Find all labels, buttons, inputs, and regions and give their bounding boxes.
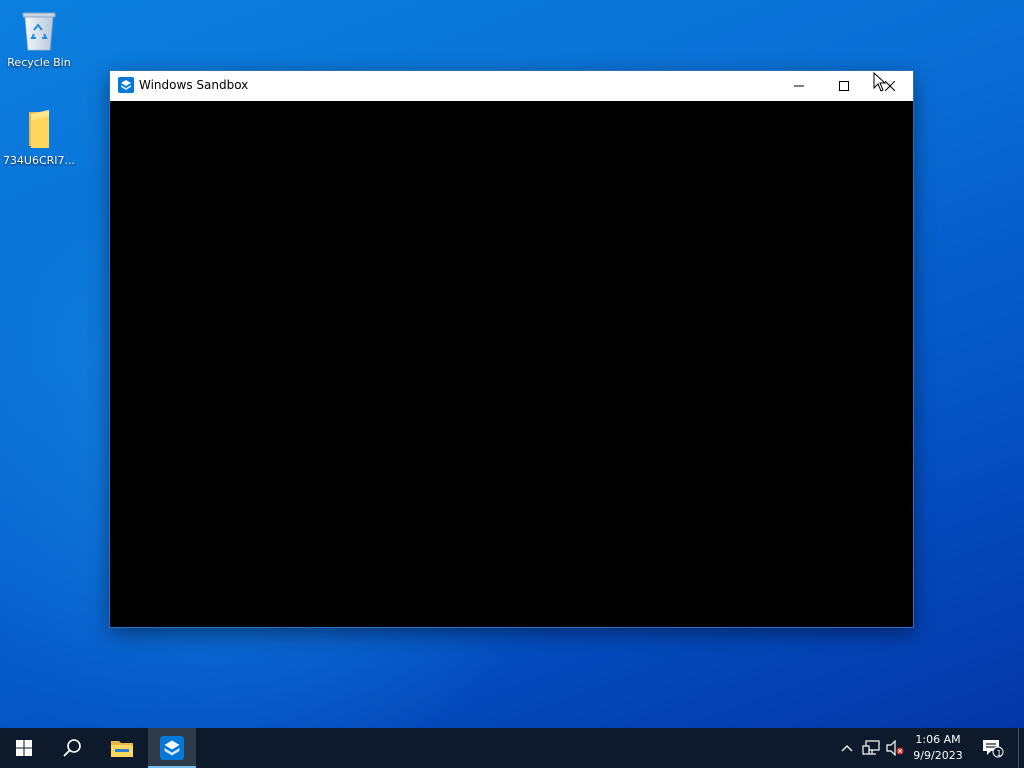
desktop: Recycle Bin 734U6CRI7... Windows Sandbox [0, 0, 1024, 728]
search-icon [63, 739, 81, 757]
mouse-cursor-icon [873, 72, 887, 92]
desktop-icon-label: Recycle Bin [7, 56, 71, 69]
file-explorer-button[interactable] [98, 728, 146, 768]
folder-icon [111, 741, 133, 757]
show-desktop-button[interactable] [1018, 728, 1024, 768]
maximize-button[interactable] [821, 71, 867, 101]
action-center-button[interactable]: 1 [978, 728, 1008, 768]
clock-time: 1:06 AM [915, 733, 961, 746]
taskbar: 1:06 AM 9/9/2023 1 [0, 728, 1024, 768]
search-button[interactable] [48, 728, 96, 768]
volume-tray-button[interactable] [884, 728, 906, 768]
window-title: Windows Sandbox [139, 78, 249, 92]
minimize-button[interactable] [776, 71, 822, 101]
chevron-up-icon [841, 745, 853, 752]
minimize-icon [794, 85, 804, 87]
recycle-bin-icon [22, 12, 56, 51]
desktop-icon-label: 734U6CRI7... [2, 154, 76, 167]
sandbox-content-area[interactable] [110, 101, 913, 627]
taskbar-clock[interactable]: 1:06 AM 9/9/2023 [908, 732, 968, 764]
network-tray-button[interactable] [860, 728, 882, 768]
windows-sandbox-taskbar-button[interactable] [148, 728, 196, 768]
maximize-icon [839, 81, 849, 91]
sandbox-window[interactable]: Windows Sandbox [110, 71, 913, 627]
network-icon [862, 740, 880, 755]
windows-logo-icon [16, 740, 32, 756]
windows-sandbox-icon [118, 77, 134, 93]
windows-sandbox-icon [160, 736, 184, 760]
show-hidden-icons-button[interactable] [838, 728, 856, 768]
start-button[interactable] [0, 728, 48, 768]
desktop-icon-folder[interactable]: 734U6CRI7... [1, 108, 77, 167]
notification-count-badge: 1 [996, 749, 1002, 758]
desktop-icon-recycle-bin[interactable]: Recycle Bin [1, 8, 77, 69]
window-titlebar[interactable]: Windows Sandbox [110, 71, 913, 101]
volume-muted-icon [886, 740, 904, 756]
folder-icon [29, 110, 49, 148]
clock-date: 9/9/2023 [913, 749, 963, 762]
